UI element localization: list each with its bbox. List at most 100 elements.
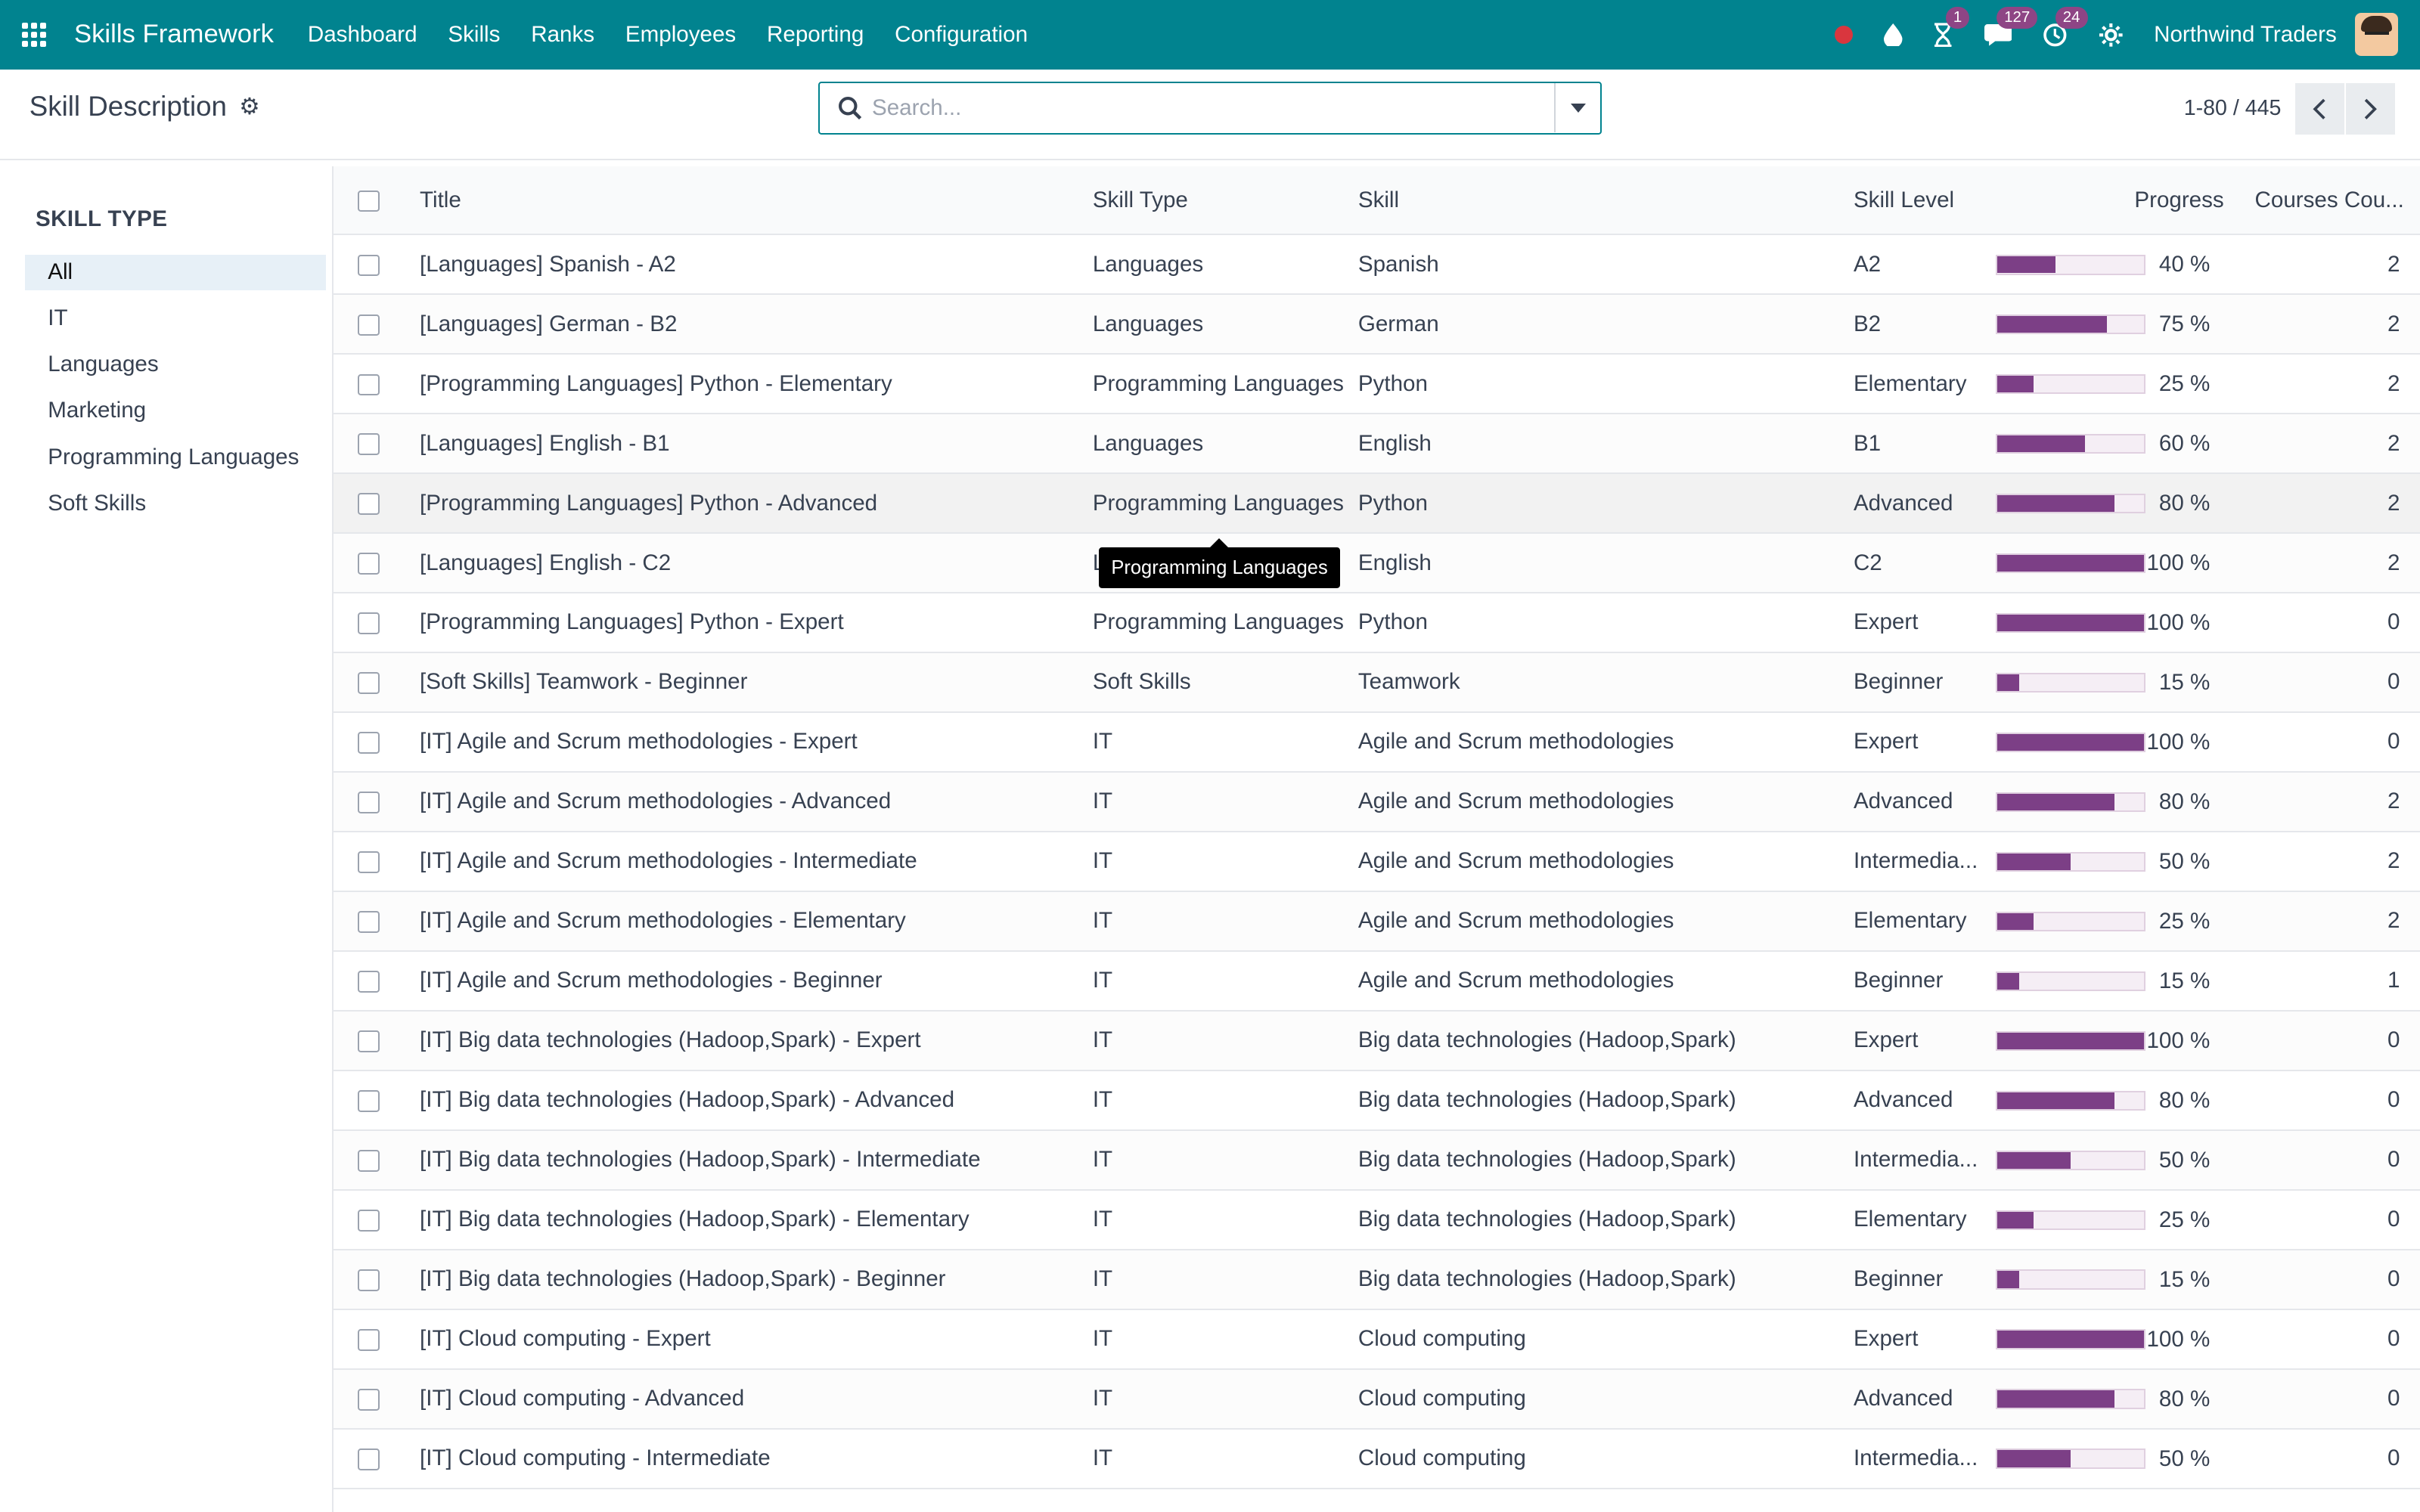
column-courses-count[interactable]: Courses Cou... — [2239, 166, 2420, 236]
cell-skill-level: Beginner — [1853, 1249, 1996, 1310]
settings-icon[interactable] — [2099, 23, 2124, 48]
row-checkbox[interactable] — [358, 672, 380, 694]
table-row[interactable]: [IT] Cloud computing - Expert IT Cloud com… — [333, 1309, 2420, 1370]
table-row[interactable]: [IT] Cloud computing - Advanced IT Cloud c… — [333, 1368, 2420, 1430]
progress-label: 80 % — [2158, 1386, 2211, 1411]
row-checkbox[interactable] — [358, 1090, 380, 1112]
cell-courses-count: 2 — [2239, 533, 2420, 593]
progress-label: 25 % — [2158, 1207, 2211, 1232]
search-options-toggle[interactable] — [1554, 83, 1600, 133]
table-row[interactable]: [Soft Skills] Teamwork - Beginner Soft Sk… — [333, 652, 2420, 713]
row-checkbox[interactable] — [358, 1210, 380, 1232]
progress-label: 80 % — [2158, 1087, 2211, 1113]
cell-title: [IT] Agile and Scrum methodologies - Exp… — [420, 711, 1093, 773]
row-checkbox[interactable] — [358, 433, 380, 456]
avatar[interactable] — [2355, 13, 2399, 57]
row-checkbox[interactable] — [358, 792, 380, 813]
search-input[interactable] — [871, 94, 1555, 121]
brand[interactable]: Skills Framework — [74, 20, 274, 49]
table-row[interactable]: [Languages] Spanish - A2 Languages Spanish… — [333, 234, 2420, 296]
company-switcher[interactable]: Northwind Traders — [2154, 22, 2337, 48]
table-row[interactable]: [IT] Big data technologies (Hadoop,Spark… — [333, 1189, 2420, 1250]
row-checkbox[interactable] — [358, 851, 380, 873]
record-dot-icon[interactable] — [1834, 25, 1854, 45]
skill-type-filter-item[interactable]: Programming Languages — [25, 440, 326, 476]
drop-icon[interactable] — [1884, 23, 1903, 47]
column-progress[interactable]: Progress — [1995, 166, 2240, 236]
cell-progress: 50 % — [1995, 1428, 2240, 1489]
cell-title: [IT] Big data technologies (Hadoop,Spark… — [420, 1070, 1093, 1131]
cell-skill: Agile and Scrum methodologies — [1357, 771, 1854, 832]
skill-type-filter-item[interactable]: IT — [25, 301, 326, 336]
menu-dashboard[interactable]: Dashboard — [308, 22, 417, 48]
table-row[interactable]: [IT] Big data technologies (Hadoop,Spark… — [333, 1249, 2420, 1310]
table-row[interactable]: [Languages] English - C2LanguagesEnglish… — [333, 533, 2420, 593]
row-checkbox[interactable] — [358, 732, 380, 754]
clock[interactable]: 24 — [2043, 7, 2088, 48]
skill-type-filter-item[interactable]: Marketing — [25, 393, 326, 429]
table-row[interactable]: [Programming Languages] Python - Expert P… — [333, 593, 2420, 653]
row-select-cell — [333, 1070, 420, 1131]
cell-skill-type: IT — [1092, 1249, 1358, 1310]
skill-type-filter-item[interactable]: Languages — [25, 347, 326, 383]
column-skill-level[interactable]: Skill Level — [1853, 166, 1996, 236]
table-row[interactable]: [Languages] German - B2 Languages German B2… — [333, 294, 2420, 355]
table-row[interactable]: [IT] Agile and Scrum methodologies - Exp… — [333, 711, 2420, 773]
row-checkbox[interactable] — [358, 911, 380, 933]
pager-next-button[interactable] — [2346, 83, 2396, 135]
row-checkbox[interactable] — [358, 1388, 380, 1411]
row-checkbox[interactable] — [358, 1150, 380, 1172]
table-row[interactable]: [IT] Big data technologies (Hadoop,Spark… — [333, 1010, 2420, 1071]
gear-icon[interactable]: ⚙ — [239, 94, 259, 120]
progress-bar — [1995, 1090, 2145, 1111]
progress-label: 50 % — [2158, 1147, 2211, 1173]
apps-grid-icon[interactable] — [21, 22, 47, 48]
cell-progress: 80 % — [1995, 771, 2240, 832]
row-checkbox[interactable] — [358, 553, 380, 575]
pager-previous-button[interactable] — [2294, 83, 2344, 135]
column-skill-type[interactable]: Skill Type — [1092, 166, 1358, 236]
menu-skills[interactable]: Skills — [448, 22, 500, 48]
row-checkbox[interactable] — [358, 314, 380, 336]
row-checkbox[interactable] — [358, 612, 380, 634]
column-title[interactable]: Title — [420, 166, 1093, 236]
menu-employees[interactable]: Employees — [625, 22, 736, 48]
cell-skill: Cloud computing — [1357, 1428, 1854, 1489]
table-row[interactable]: [Languages] English - B1 Languages English… — [333, 414, 2420, 475]
row-checkbox[interactable] — [358, 493, 380, 516]
cell-skill: Python — [1357, 473, 1854, 534]
row-checkbox[interactable] — [358, 373, 380, 396]
row-select-cell — [333, 414, 420, 475]
pager-value[interactable]: 1-80 / 445 — [2184, 96, 2282, 121]
cell-skill-type: IT — [1092, 1368, 1358, 1430]
table-row[interactable]: [IT] Agile and Scrum methodologies - Adv… — [333, 771, 2420, 832]
table-row[interactable]: [IT] Agile and Scrum methodologies - Beg… — [333, 950, 2420, 1012]
row-checkbox[interactable] — [358, 1329, 380, 1351]
row-checkbox[interactable] — [358, 971, 380, 993]
skill-type-filter-item[interactable]: Soft Skills — [25, 486, 326, 522]
skill-type-filter-item[interactable]: All — [24, 254, 326, 290]
progress-label: 100 % — [2146, 730, 2211, 755]
table-row[interactable]: [Programming Languages] Python - Advance… — [333, 473, 2420, 534]
cell-courses-count: 2 — [2239, 831, 2420, 892]
messages[interactable]: 127 — [1984, 7, 2038, 48]
table-row[interactable]: [IT] Big data technologies (Hadoop,Spark… — [333, 1070, 2420, 1131]
row-checkbox[interactable] — [358, 1269, 380, 1291]
table-row[interactable]: [IT] Cloud computing - Intermediate IT Clo… — [333, 1428, 2420, 1489]
column-skill[interactable]: Skill — [1357, 166, 1854, 236]
menu-configuration[interactable]: Configuration — [895, 22, 1028, 48]
menu-ranks[interactable]: Ranks — [531, 22, 594, 48]
row-checkbox[interactable] — [358, 1448, 380, 1470]
cell-courses-count: 2 — [2239, 771, 2420, 832]
cell-skill-type: IT — [1092, 1010, 1358, 1071]
menu-reporting[interactable]: Reporting — [767, 22, 864, 48]
row-checkbox[interactable] — [358, 1030, 380, 1052]
table-row[interactable]: [IT] Agile and Scrum methodologies - Ele… — [333, 891, 2420, 952]
row-checkbox[interactable] — [358, 254, 380, 277]
activities[interactable]: 1 — [1933, 7, 1970, 48]
select-all-checkbox[interactable] — [358, 190, 380, 212]
table-row[interactable]: [Programming Languages] Python - Element… — [333, 354, 2420, 415]
table-row[interactable]: [IT] Big data technologies (Hadoop,Spark… — [333, 1129, 2420, 1191]
table-row[interactable]: [IT] Agile and Scrum methodologies - Int… — [333, 831, 2420, 892]
row-select-cell — [333, 533, 420, 593]
